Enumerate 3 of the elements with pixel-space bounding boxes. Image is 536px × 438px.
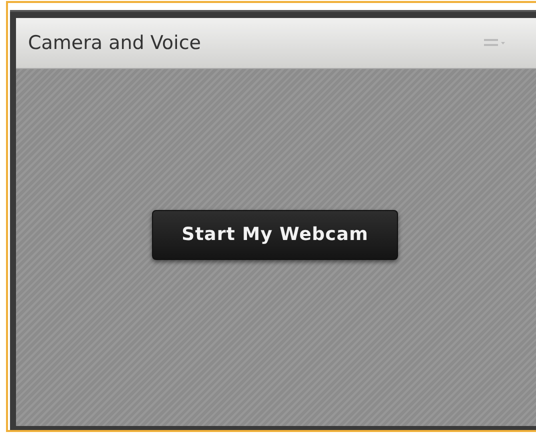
- start-webcam-button[interactable]: Start My Webcam: [152, 210, 398, 260]
- menu-icon[interactable]: [484, 38, 506, 48]
- panel-title: Camera and Voice: [28, 32, 201, 54]
